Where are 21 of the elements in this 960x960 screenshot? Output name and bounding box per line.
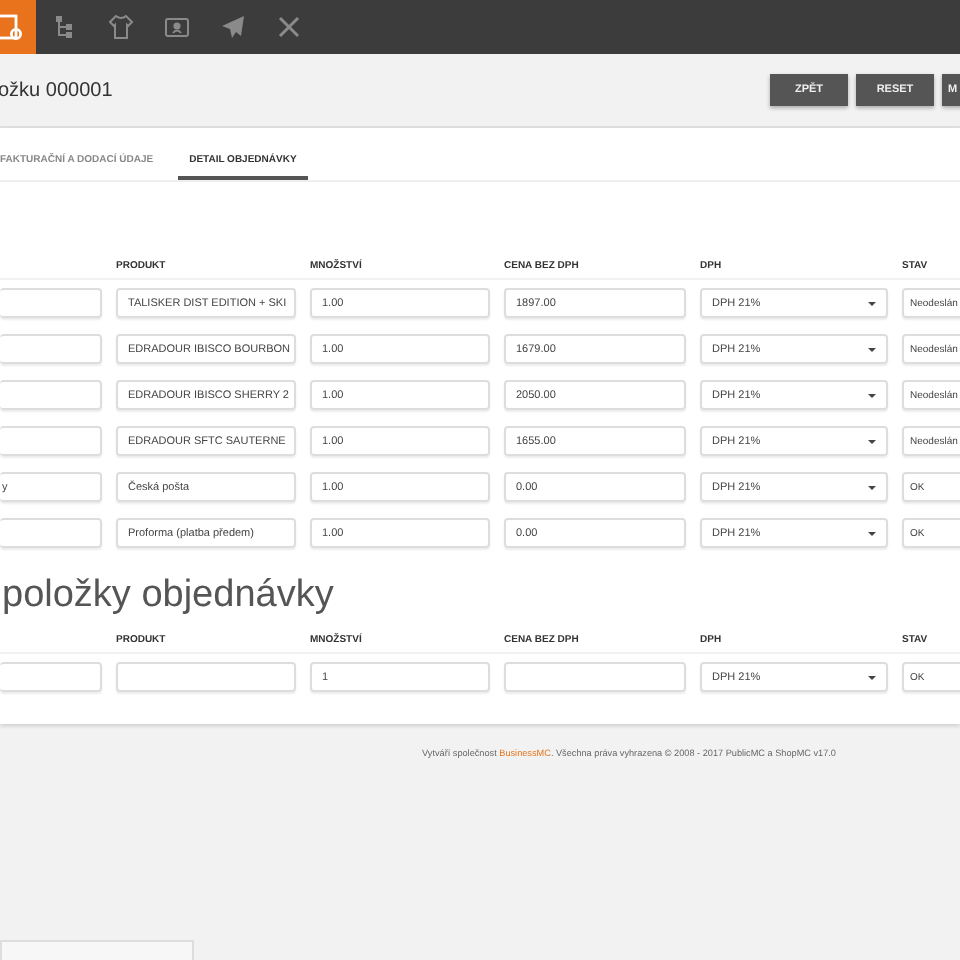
input-field[interactable] bbox=[0, 426, 102, 456]
caret-icon bbox=[868, 531, 876, 535]
tree-icon bbox=[51, 14, 77, 40]
document-icon bbox=[0, 14, 21, 40]
input-field[interactable] bbox=[0, 288, 102, 318]
shirt-icon bbox=[107, 14, 133, 40]
caret-icon bbox=[868, 675, 876, 679]
input-field[interactable] bbox=[0, 518, 102, 548]
input-field[interactable] bbox=[504, 662, 686, 692]
input-field[interactable] bbox=[0, 662, 102, 692]
caret-icon bbox=[868, 485, 876, 489]
caret-icon bbox=[868, 301, 876, 305]
card-icon bbox=[163, 14, 189, 40]
paper-plane-icon bbox=[219, 14, 245, 40]
input-field[interactable] bbox=[116, 662, 296, 692]
section-title: položky objednávky bbox=[2, 572, 336, 620]
input-field[interactable] bbox=[0, 334, 102, 364]
caret-icon bbox=[868, 347, 876, 351]
input-field[interactable] bbox=[0, 380, 102, 410]
caret-icon bbox=[868, 439, 876, 443]
caret-icon bbox=[868, 393, 876, 397]
